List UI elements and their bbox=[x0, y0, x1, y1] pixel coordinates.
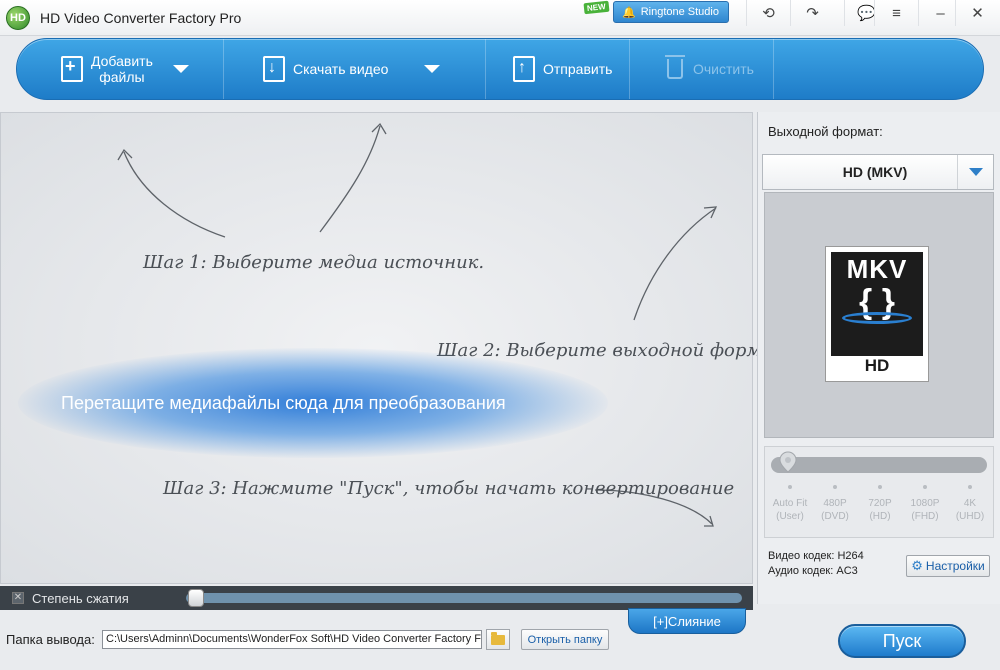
chevron-down-icon[interactable] bbox=[172, 65, 189, 73]
download-video-button[interactable]: Скачать видео bbox=[263, 39, 441, 99]
browse-folder-button[interactable] bbox=[486, 629, 510, 650]
output-folder-input[interactable]: C:\Users\Adminn\Documents\WonderFox Soft… bbox=[102, 630, 482, 649]
chevron-down-icon[interactable] bbox=[424, 65, 441, 73]
output-folder-label: Папка вывода: bbox=[6, 632, 95, 647]
download-video-label: Скачать видео bbox=[293, 61, 389, 77]
trash-icon bbox=[665, 55, 685, 79]
resolution-option-4k[interactable]: 4K (UHD) bbox=[947, 497, 993, 523]
gear-icon: ⚙ bbox=[911, 558, 923, 573]
compression-slider-track[interactable] bbox=[186, 593, 742, 603]
ringtone-studio-label: Ringtone Studio bbox=[640, 6, 719, 18]
add-files-label-line1: Добавить bbox=[91, 53, 153, 69]
upload-icon bbox=[513, 56, 535, 82]
download-icon bbox=[263, 56, 285, 82]
output-format-select[interactable]: HD (MKV) bbox=[762, 154, 994, 190]
share-icon[interactable]: ↷ bbox=[790, 0, 834, 26]
compression-slider-handle[interactable] bbox=[188, 589, 204, 607]
selected-format: HD (MKV) bbox=[842, 164, 908, 180]
step-3-text: Шаг 3: Нажмите "Пуск", чтобы начать конв… bbox=[163, 478, 735, 499]
resolution-slider-track[interactable] bbox=[771, 457, 987, 473]
add-files-label-line2: файлы bbox=[99, 69, 145, 85]
mkv-logo-top: MKV bbox=[846, 254, 908, 284]
clear-button[interactable]: Очистить bbox=[665, 39, 754, 99]
merge-button[interactable]: [+]Слияние bbox=[628, 608, 746, 634]
video-codec-text: Видео кодек: H264 bbox=[768, 550, 864, 562]
compression-label: Степень сжатия bbox=[32, 591, 129, 606]
resolution-option-auto[interactable]: Auto Fit (User) bbox=[767, 497, 813, 523]
clear-label: Очистить bbox=[693, 61, 754, 77]
step-1-text: Шаг 1: Выберите медиа источник. bbox=[143, 252, 485, 273]
add-files-button[interactable]: Добавить файлы bbox=[61, 39, 189, 99]
new-badge: NEW bbox=[583, 0, 610, 15]
app-logo-icon: HD bbox=[6, 6, 30, 30]
undo-icon[interactable]: ⟲ bbox=[746, 0, 790, 26]
output-format-panel: Выходной формат: HD (MKV) MKV { } HD Aut… bbox=[757, 112, 1000, 604]
output-format-label: Выходной формат: bbox=[768, 124, 883, 139]
main-toolbar: Добавить файлы Скачать видео Отправить О… bbox=[16, 38, 984, 100]
title-bar: HD HD Video Converter Factory Pro NEW 🔔 … bbox=[0, 0, 1000, 36]
mkv-format-icon: MKV { } HD bbox=[825, 246, 929, 382]
settings-label: Настройки bbox=[925, 559, 985, 573]
window-title: HD Video Converter Factory Pro bbox=[40, 10, 242, 26]
menu-icon[interactable]: ≡ bbox=[874, 0, 918, 26]
start-button[interactable]: Пуск bbox=[838, 624, 966, 658]
resolution-panel: Auto Fit (User) 480P (DVD) 720P (HD) 1080P(… bbox=[764, 446, 994, 538]
send-label: Отправить bbox=[543, 61, 613, 77]
drop-hint-text: Перетащите медиафайлы сюда для преобразо… bbox=[61, 393, 506, 413]
settings-button[interactable]: ⚙ Настройки bbox=[906, 555, 990, 577]
folder-icon bbox=[491, 631, 505, 645]
location-pin-icon[interactable] bbox=[779, 451, 797, 473]
resolution-option-480p[interactable]: 480P (DVD) bbox=[812, 497, 858, 523]
compression-bar: ✕ Степень сжатия bbox=[0, 586, 753, 610]
ringtone-studio-button[interactable]: 🔔 Ringtone Studio bbox=[613, 1, 729, 23]
format-preview[interactable]: MKV { } HD bbox=[764, 192, 994, 438]
send-button[interactable]: Отправить bbox=[513, 39, 612, 99]
close-icon[interactable]: ✕ bbox=[955, 0, 999, 26]
step-2-text: Шаг 2: Выберите выходной формат. bbox=[437, 340, 795, 361]
audio-codec-text: Аудио кодек: AC3 bbox=[768, 565, 858, 577]
bell-icon: 🔔 bbox=[622, 6, 636, 19]
resolution-option-1080p[interactable]: 1080P (FHD) bbox=[902, 497, 948, 523]
compression-checkbox[interactable]: ✕ bbox=[12, 592, 24, 604]
mkv-logo-ring bbox=[842, 312, 912, 324]
add-file-icon bbox=[61, 56, 83, 82]
mkv-logo-bottom: HD bbox=[831, 356, 923, 376]
chevron-down-icon[interactable] bbox=[957, 155, 993, 189]
open-folder-button[interactable]: Открыть папку bbox=[521, 629, 609, 650]
resolution-option-720p[interactable]: 720P (HD) bbox=[857, 497, 903, 523]
